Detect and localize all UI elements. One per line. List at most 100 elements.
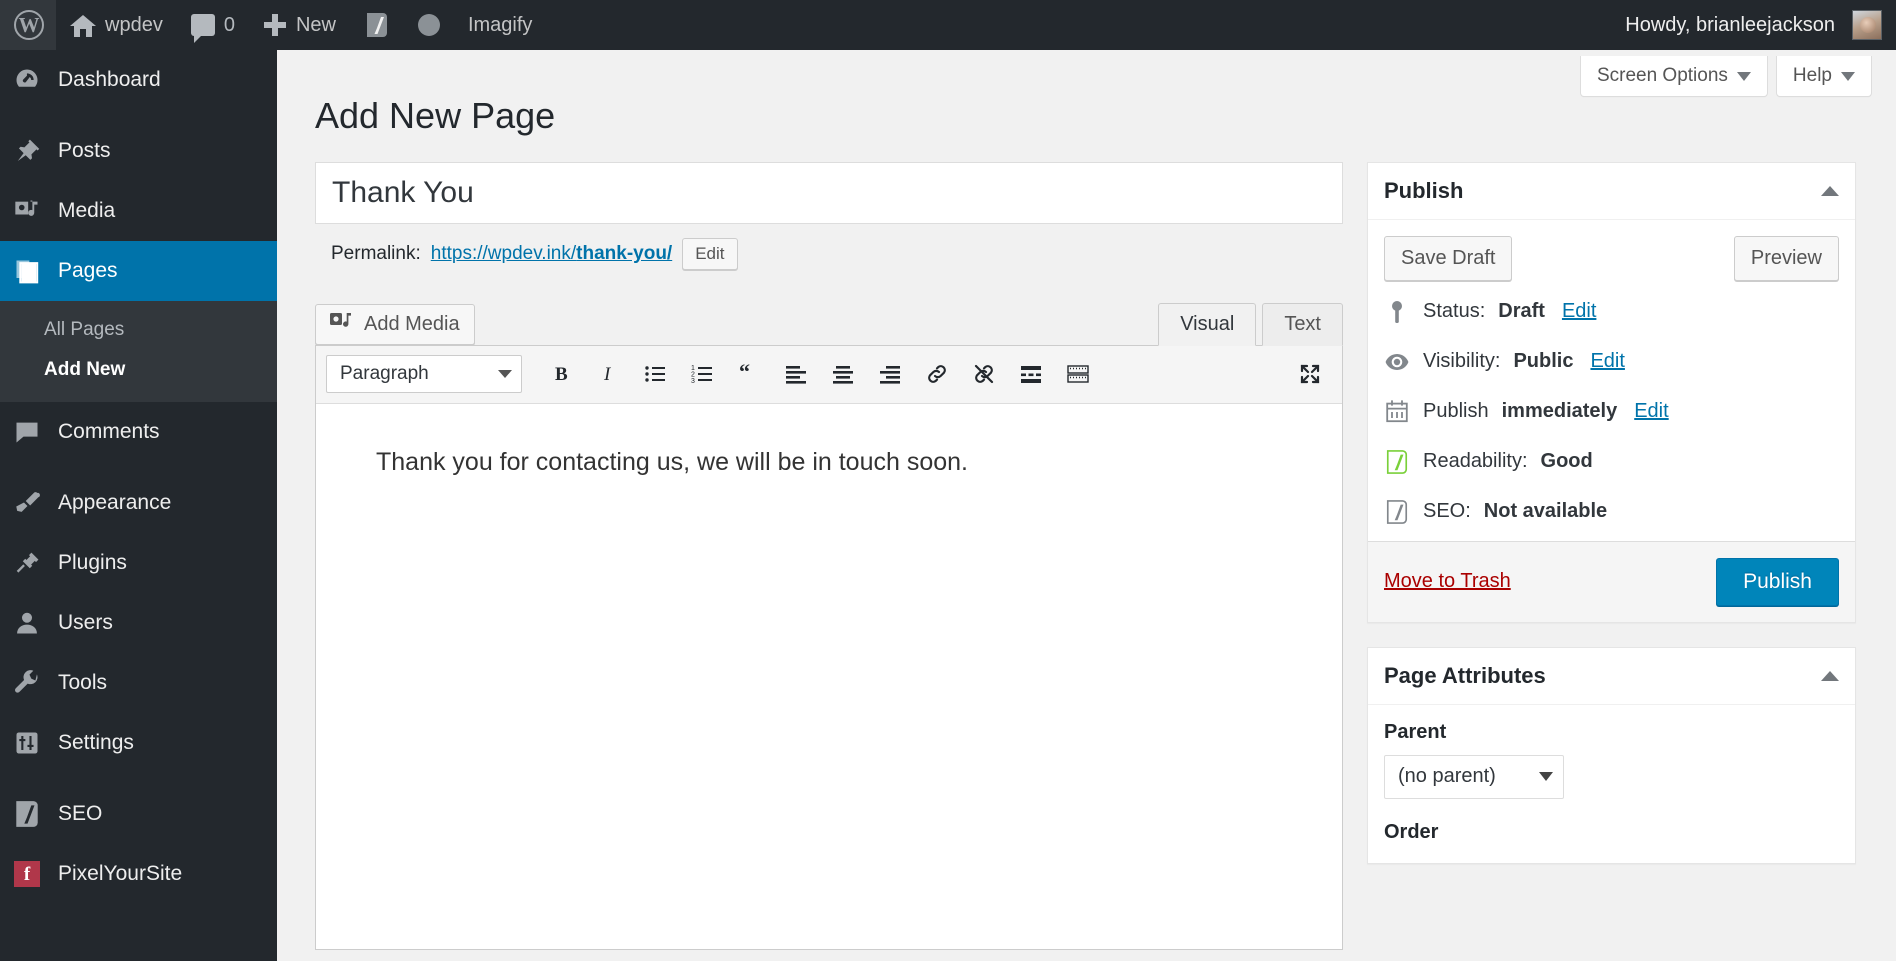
parent-select[interactable]: (no parent) xyxy=(1384,755,1564,799)
sidebar-item-pages[interactable]: Pages xyxy=(0,241,277,301)
sidebar-item-seo[interactable]: SEO xyxy=(0,784,277,844)
unlink-icon xyxy=(973,363,995,385)
my-account-menu[interactable]: Howdy, brianleejackson xyxy=(1611,0,1896,50)
italic-button[interactable]: I xyxy=(586,354,630,394)
publish-date-value: immediately xyxy=(1502,400,1618,423)
sidebar-item-media[interactable]: Media xyxy=(0,181,277,241)
title-container xyxy=(315,162,1343,224)
chevron-down-icon xyxy=(1841,72,1855,81)
comments-bubble[interactable]: 0 xyxy=(177,0,249,50)
svg-text:B: B xyxy=(555,364,568,385)
italic-icon: I xyxy=(597,363,619,385)
preview-button[interactable]: Preview xyxy=(1734,236,1839,281)
paragraph-format-select[interactable]: Paragraph xyxy=(326,355,522,393)
submenu-item-label: All Pages xyxy=(44,319,124,340)
sidebar-item-label: Dashboard xyxy=(58,68,161,92)
submenu-item-add-new[interactable]: Add New xyxy=(0,350,277,390)
permalink-link[interactable]: https://wpdev.ink/thank-you/ xyxy=(431,243,672,265)
plugin-status-menu[interactable] xyxy=(404,0,454,50)
tab-text[interactable]: Text xyxy=(1262,303,1343,346)
add-media-button[interactable]: Add Media xyxy=(315,304,475,345)
editor-paragraph: Thank you for contacting us, we will be … xyxy=(376,444,1282,482)
howdy-label: Howdy, brianleejackson xyxy=(1625,14,1835,37)
wp-logo-menu[interactable]: W xyxy=(0,0,56,50)
imagify-label: Imagify xyxy=(468,14,532,37)
edit-permalink-button[interactable]: Edit xyxy=(682,238,737,270)
remove-link-button[interactable] xyxy=(962,354,1006,394)
sidebar-item-pixelyoursite[interactable]: f PixelYourSite xyxy=(0,844,277,904)
screen-options-button[interactable]: Screen Options xyxy=(1580,56,1768,97)
order-label: Order xyxy=(1384,821,1839,844)
align-center-button[interactable] xyxy=(821,354,865,394)
chevron-down-icon xyxy=(1539,772,1553,781)
screen-meta-links: Screen Options Help xyxy=(1580,56,1872,97)
sidebar-item-label: Pages xyxy=(58,259,118,283)
sidebar-item-posts[interactable]: Posts xyxy=(0,121,277,181)
visibility-row: Visibility: Public Edit xyxy=(1368,337,1855,387)
sidebar-item-settings[interactable]: Settings xyxy=(0,713,277,773)
bulleted-list-button[interactable] xyxy=(633,354,677,394)
imagify-menu[interactable]: Imagify xyxy=(454,0,546,50)
comment-bubble-icon xyxy=(191,14,215,36)
editor-wrap: Paragraph B I xyxy=(315,345,1343,950)
read-more-icon xyxy=(1020,364,1042,384)
dashboard-icon xyxy=(10,63,44,97)
fullscreen-icon xyxy=(1298,362,1322,386)
pin-status-icon xyxy=(1384,299,1410,325)
yoast-readability-icon xyxy=(1384,449,1410,475)
major-publishing-actions: Move to Trash Publish xyxy=(1368,541,1855,622)
submenu-item-all-pages[interactable]: All Pages xyxy=(0,310,277,350)
blockquote-button[interactable]: “ xyxy=(727,354,771,394)
move-to-trash-link[interactable]: Move to Trash xyxy=(1384,570,1511,592)
read-more-button[interactable] xyxy=(1009,354,1053,394)
sidebar-item-label: Appearance xyxy=(58,491,171,515)
circle-icon xyxy=(418,14,440,36)
post-body-content: Permalink: https://wpdev.ink/thank-you/ … xyxy=(315,162,1343,950)
sidebar-item-tools[interactable]: Tools xyxy=(0,653,277,713)
publish-metabox-header[interactable]: Publish xyxy=(1368,163,1855,220)
facebook-f-glyph: f xyxy=(14,861,40,887)
save-draft-button[interactable]: Save Draft xyxy=(1384,236,1512,281)
edit-publish-date-link[interactable]: Edit xyxy=(1634,400,1668,423)
toolbar-toggle-icon xyxy=(1067,364,1089,384)
pages-submenu: All Pages Add New xyxy=(0,301,277,402)
sidebar-item-appearance[interactable]: Appearance xyxy=(0,473,277,533)
editor-content-area[interactable]: Thank you for contacting us, we will be … xyxy=(316,404,1342,949)
sidebar-item-comments[interactable]: Comments xyxy=(0,402,277,462)
home-icon xyxy=(70,13,96,37)
page-attributes-metabox-header[interactable]: Page Attributes xyxy=(1368,648,1855,705)
numbered-list-button[interactable]: 123 xyxy=(680,354,724,394)
sidebar-item-users[interactable]: Users xyxy=(0,593,277,653)
publish-date-row: Publish immediately Edit xyxy=(1368,387,1855,437)
toolbar-toggle-button[interactable] xyxy=(1056,354,1100,394)
yoast-seo-menu[interactable] xyxy=(350,0,404,50)
chevron-up-icon[interactable] xyxy=(1821,186,1839,196)
insert-link-button[interactable] xyxy=(915,354,959,394)
chevron-up-icon[interactable] xyxy=(1821,671,1839,681)
menu-separator xyxy=(0,773,277,784)
edit-visibility-link[interactable]: Edit xyxy=(1590,350,1624,373)
seo-label: SEO: xyxy=(1423,500,1471,523)
calendar-icon xyxy=(1384,399,1410,425)
fullscreen-button[interactable] xyxy=(1288,354,1332,394)
plus-icon xyxy=(263,13,287,37)
editor-toolbar: Paragraph B I xyxy=(316,346,1342,404)
tab-visual[interactable]: Visual xyxy=(1158,303,1256,346)
media-icon xyxy=(10,194,44,228)
bold-button[interactable]: B xyxy=(539,354,583,394)
post-title-input[interactable] xyxy=(315,162,1343,224)
edit-status-link[interactable]: Edit xyxy=(1562,300,1596,323)
sidebar-item-dashboard[interactable]: Dashboard xyxy=(0,50,277,110)
editor-mode-tabs: Visual Text xyxy=(1152,303,1343,346)
new-content-menu[interactable]: New xyxy=(249,0,350,50)
align-left-button[interactable] xyxy=(774,354,818,394)
publish-button[interactable]: Publish xyxy=(1716,558,1839,606)
readability-value: Good xyxy=(1541,450,1593,473)
link-icon xyxy=(926,363,948,385)
status-value: Draft xyxy=(1498,300,1545,323)
align-right-button[interactable] xyxy=(868,354,912,394)
help-button[interactable]: Help xyxy=(1776,56,1872,97)
sidebar-item-plugins[interactable]: Plugins xyxy=(0,533,277,593)
site-name-menu[interactable]: wpdev xyxy=(56,0,177,50)
status-label: Status: xyxy=(1423,300,1485,323)
